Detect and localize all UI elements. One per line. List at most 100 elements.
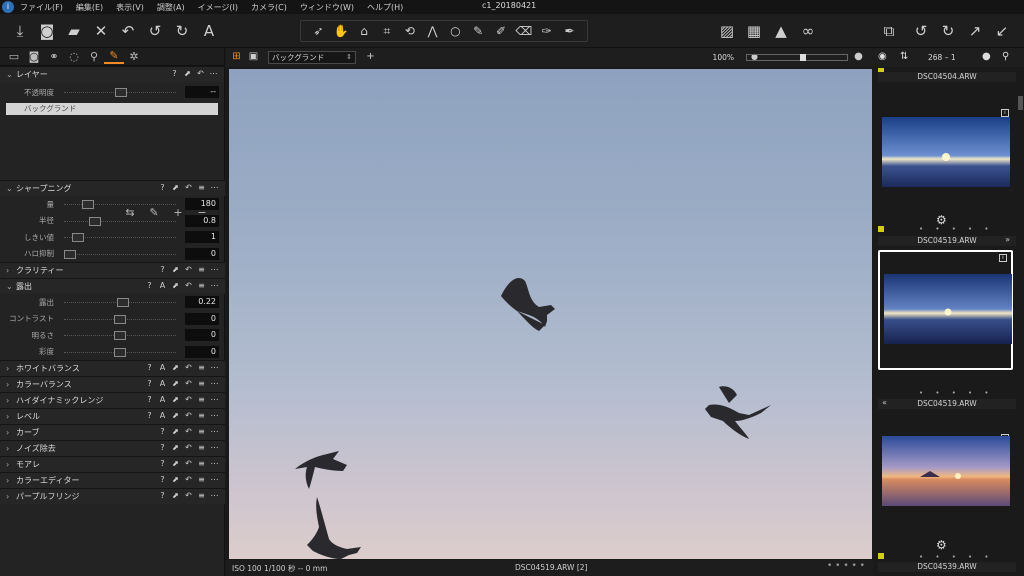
help-icon[interactable]: ?: [143, 363, 156, 372]
color-tag[interactable]: [878, 226, 884, 232]
help-icon[interactable]: ?: [156, 475, 169, 484]
pin-icon[interactable]: ⬈: [169, 183, 182, 192]
pin-icon[interactable]: ⬈: [169, 395, 182, 404]
pin-icon[interactable]: ⬈: [169, 265, 182, 274]
rating-dots[interactable]: • • • • •: [827, 561, 865, 571]
more-icon[interactable]: ⋯: [208, 265, 221, 274]
list-icon[interactable]: ≡: [195, 395, 208, 404]
pin-icon[interactable]: ⬈: [169, 443, 182, 452]
pin-icon[interactable]: ⬈: [169, 475, 182, 484]
delete-icon[interactable]: ✕: [90, 20, 112, 42]
list-icon[interactable]: ≡: [195, 491, 208, 500]
slider-value[interactable]: 180: [185, 198, 219, 210]
help-icon[interactable]: ?: [143, 411, 156, 420]
details-tab-icon[interactable]: ⚲: [84, 50, 104, 63]
list-icon[interactable]: ≡: [195, 379, 208, 388]
sharpening-section-header[interactable]: ⌄ シャープニング ? ⬈ ↶ ≡ ⋯: [0, 180, 225, 196]
reset-icon[interactable]: ↶: [182, 379, 195, 388]
menu-file[interactable]: ファイル(F): [20, 2, 63, 13]
gear-icon[interactable]: ⚙: [936, 538, 947, 552]
pin-icon[interactable]: ⬈: [169, 363, 182, 372]
variant-select[interactable]: バックグランド ⇕: [268, 51, 356, 64]
pin-icon[interactable]: ⬈: [169, 411, 182, 420]
brush-icon[interactable]: ✎: [469, 24, 487, 38]
crop-icon[interactable]: ⌗: [378, 24, 396, 39]
layer-section-header[interactable]: ⌄ レイヤー ? ⬈ ↶ ⋯: [0, 66, 224, 82]
list-icon[interactable]: ≡: [195, 265, 208, 274]
lens-tab-icon[interactable]: ◌: [64, 50, 84, 63]
next-icon[interactable]: »: [1005, 235, 1010, 244]
folder-export-icon[interactable]: ▰: [63, 20, 85, 42]
rating-dots[interactable]: • • • • •: [919, 389, 994, 397]
list-icon[interactable]: ≡: [195, 363, 208, 372]
thumbnail-selected[interactable]: i: [878, 250, 1013, 370]
pin-icon[interactable]: ⬈: [169, 427, 182, 436]
opacity-value[interactable]: --: [185, 86, 219, 98]
help-icon[interactable]: ?: [156, 427, 169, 436]
menu-edit[interactable]: 編集(E): [76, 2, 103, 13]
color-tab-icon[interactable]: ⚭: [44, 50, 64, 63]
eraser-icon[interactable]: ⌫: [515, 24, 533, 38]
slider-knob[interactable]: [117, 298, 129, 307]
slider-knob[interactable]: [82, 200, 94, 209]
list-icon[interactable]: ≡: [195, 475, 208, 484]
prev-icon[interactable]: «: [882, 398, 887, 407]
menu-help[interactable]: ヘルプ(H): [367, 2, 403, 13]
app-icon[interactable]: i: [2, 1, 14, 13]
rating-dots[interactable]: • • • • •: [919, 225, 994, 233]
adjust-tab-icon[interactable]: ✎: [104, 49, 124, 64]
reset-icon[interactable]: ↶: [182, 363, 195, 372]
loupe-icon[interactable]: ⌂: [355, 24, 373, 38]
list-icon[interactable]: ≡: [195, 183, 208, 192]
help-icon[interactable]: ?: [143, 395, 156, 404]
slider-value[interactable]: 0: [185, 312, 219, 325]
reset-icon[interactable]: ↶: [182, 443, 195, 452]
reset-icon[interactable]: ↶: [194, 69, 207, 78]
multi-view-icon[interactable]: ⊞: [230, 51, 243, 63]
keystone-icon[interactable]: ⋀: [424, 24, 442, 38]
undo-rotate-icon[interactable]: ↶: [117, 20, 139, 42]
slider-knob[interactable]: [115, 88, 127, 97]
auto-icon[interactable]: A: [156, 411, 169, 420]
zoom-slider[interactable]: [746, 54, 848, 61]
settings-tab-icon[interactable]: ✲: [124, 50, 144, 63]
list-icon[interactable]: ≡: [195, 459, 208, 468]
copy-icon[interactable]: ⧉: [878, 20, 900, 42]
text-icon[interactable]: A: [198, 20, 220, 42]
slider-knob[interactable]: [114, 331, 126, 340]
menu-adjust[interactable]: 調整(A): [157, 2, 185, 13]
slider-value[interactable]: 1: [185, 231, 219, 243]
slider-track[interactable]: [64, 253, 176, 255]
reset-icon[interactable]: ↶: [182, 183, 195, 192]
auto-icon[interactable]: A: [156, 363, 169, 372]
auto-icon[interactable]: A: [156, 395, 169, 404]
help-icon[interactable]: ?: [156, 443, 169, 452]
section-header[interactable]: › ハイダイナミックレンジ? A ⬈ ↶ ≡ ⋯: [0, 392, 225, 408]
help-icon[interactable]: ?: [156, 459, 169, 468]
rotate-left-icon[interactable]: ↺: [910, 20, 932, 42]
pin-icon[interactable]: ⬈: [169, 379, 182, 388]
more-icon[interactable]: ⋯: [208, 459, 221, 468]
more-icon[interactable]: ⋯: [208, 395, 221, 404]
menu-camera[interactable]: カメラ(C): [251, 2, 287, 13]
clarity-section-header[interactable]: › クラリティー ? ⬈ ↶ ≡ ⋯: [0, 262, 225, 278]
layer-item-background[interactable]: バックグランド: [6, 102, 218, 115]
slider-track[interactable]: [64, 204, 176, 205]
thumbnail[interactable]: i ⚙: [878, 107, 1013, 227]
help-icon[interactable]: ?: [143, 281, 156, 290]
user-icon[interactable]: ●: [982, 51, 991, 62]
more-icon[interactable]: ⋯: [208, 475, 221, 484]
warning-icon[interactable]: ▲: [770, 20, 792, 42]
search-icon[interactable]: ⚲: [1002, 51, 1009, 62]
collapse-icon[interactable]: ↙: [991, 20, 1013, 42]
cursor-tool-icon[interactable]: ➶: [309, 24, 327, 38]
rotate-right-icon[interactable]: ↻: [937, 20, 959, 42]
more-icon[interactable]: ⋯: [208, 427, 221, 436]
more-icon[interactable]: ⋯: [208, 363, 221, 372]
compare-icon[interactable]: ▨: [716, 20, 738, 42]
reset-icon[interactable]: ↶: [182, 475, 195, 484]
capture-tab-icon[interactable]: ◙: [24, 50, 44, 63]
reset-icon[interactable]: ↶: [182, 459, 195, 468]
section-header[interactable]: › ノイズ除去? ⬈ ↶ ≡ ⋯: [0, 440, 225, 456]
slider-value[interactable]: 0: [185, 247, 219, 260]
